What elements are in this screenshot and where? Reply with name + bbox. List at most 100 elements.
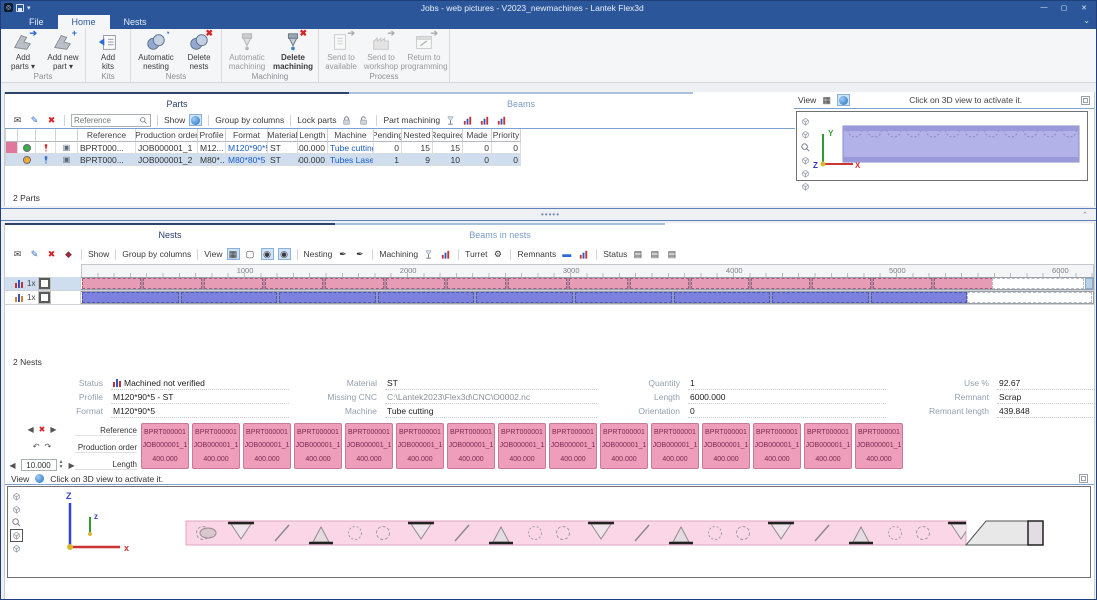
part-card[interactable]: BPRT000001 JOB000001_1 400.000 bbox=[702, 423, 750, 469]
part-card[interactable]: BPRT000001 JOB000001_1 400.000 bbox=[651, 423, 699, 469]
status-doc2-icon[interactable]: ▤ bbox=[648, 248, 661, 260]
maximize-button[interactable]: ▢ bbox=[1054, 2, 1074, 14]
column-header[interactable]: Reference bbox=[78, 129, 136, 142]
tag-icon[interactable]: ◆ bbox=[62, 248, 75, 260]
collapse-ribbon-icon[interactable]: ⌄ bbox=[1083, 16, 1090, 25]
nested-part-segment[interactable] bbox=[508, 278, 567, 289]
show-parts-eye-icon[interactable]: ◉ bbox=[261, 248, 274, 260]
view-cube-icon[interactable] bbox=[800, 116, 811, 127]
remnant-chart-icon[interactable] bbox=[577, 248, 590, 260]
delete-nests-button[interactable]: ✖ Delete nests bbox=[179, 30, 219, 71]
nested-part-segment[interactable] bbox=[143, 278, 202, 289]
view-3d-toggle-icon[interactable] bbox=[189, 114, 202, 126]
nested-part-segment[interactable] bbox=[279, 292, 376, 303]
cell-machine[interactable]: Tubes Laser bbox=[328, 154, 374, 166]
parts-3d-view[interactable]: Y X Z bbox=[796, 111, 1088, 181]
tab-nests[interactable]: Nests bbox=[5, 223, 335, 244]
nest-3d-view[interactable]: Z x z bbox=[7, 486, 1091, 578]
part-card[interactable]: BPRT000001 JOB000001_1 400.000 bbox=[294, 423, 342, 469]
edit-icon[interactable]: ✎ bbox=[28, 248, 41, 260]
delete-icon[interactable]: ✖ bbox=[45, 114, 58, 126]
view-panel-icon[interactable]: ▢ bbox=[244, 248, 257, 260]
column-header[interactable]: Machine bbox=[328, 129, 374, 142]
automatic-nesting-button[interactable]: ◔ Automatic nesting bbox=[133, 30, 179, 71]
part-card[interactable]: BPRT000001 JOB000001_1 400.000 bbox=[345, 423, 393, 469]
machining-remove-icon[interactable] bbox=[495, 114, 508, 126]
part-card[interactable]: BPRT000001 JOB000001_1 400.000 bbox=[498, 423, 546, 469]
view-cube-icon[interactable] bbox=[800, 155, 811, 166]
part-card[interactable]: BPRT000001 JOB000001_1 400.000 bbox=[243, 423, 291, 469]
part-card[interactable]: BPRT000001 JOB000001_1 400.000 bbox=[396, 423, 444, 469]
part-card[interactable]: BPRT000001 JOB000001_1 400.000 bbox=[192, 423, 240, 469]
view-cube-icon[interactable] bbox=[11, 543, 22, 554]
nested-part-segment[interactable] bbox=[82, 278, 141, 289]
column-header[interactable]: Made bbox=[463, 129, 492, 142]
remnant-segment[interactable] bbox=[967, 292, 1093, 303]
view-cube-icon[interactable] bbox=[800, 129, 811, 140]
column-header[interactable]: Material bbox=[268, 129, 298, 142]
remove-part-icon[interactable]: ✖ bbox=[39, 425, 46, 434]
group-by-columns-label[interactable]: Group by columns bbox=[122, 249, 191, 259]
nested-part-segment[interactable] bbox=[325, 278, 384, 289]
tab-beams-in-nests[interactable]: Beams in nests bbox=[335, 223, 665, 244]
nested-part-segment[interactable] bbox=[204, 278, 263, 289]
close-button[interactable]: ✕ bbox=[1074, 2, 1094, 14]
step-left-icon[interactable]: ◀ bbox=[9, 461, 15, 470]
column-header[interactable]: Priority bbox=[492, 129, 521, 142]
app-icon[interactable]: ◎ bbox=[4, 3, 13, 12]
lock-icon[interactable] bbox=[340, 114, 353, 126]
view-cube-icon[interactable] bbox=[11, 530, 22, 541]
delete-machining-button[interactable]: ✖ Delete machining bbox=[270, 30, 316, 71]
cell-machine[interactable]: Tube cutting bbox=[328, 142, 374, 154]
save-icon[interactable] bbox=[16, 4, 24, 12]
splitter-grip[interactable]: ••••• bbox=[541, 210, 560, 219]
nested-part-segment[interactable] bbox=[691, 278, 750, 289]
collapse-panel-icon[interactable]: ⌃ bbox=[1082, 211, 1088, 219]
part-card[interactable]: BPRT000001 JOB000001_1 400.000 bbox=[804, 423, 852, 469]
column-header[interactable]: Pending bbox=[374, 129, 402, 142]
view-sphere-icon[interactable] bbox=[33, 473, 46, 485]
machining-glass-icon[interactable] bbox=[444, 114, 457, 126]
view-table-icon[interactable]: ▦ bbox=[227, 248, 240, 260]
status-doc3-icon[interactable]: ▤ bbox=[665, 248, 678, 260]
step-right-icon[interactable]: ▶ bbox=[68, 461, 74, 470]
zoom-icon[interactable] bbox=[11, 517, 22, 528]
delete-icon[interactable]: ✖ bbox=[45, 248, 58, 260]
nested-part-segment[interactable] bbox=[751, 278, 810, 289]
spin-down-icon[interactable]: ▼ bbox=[59, 465, 64, 470]
add-kits-button[interactable]: Add kits bbox=[88, 30, 128, 71]
nest-row[interactable]: 1x bbox=[5, 291, 1094, 305]
view-cube-icon[interactable] bbox=[800, 168, 811, 179]
view-cube-icon[interactable] bbox=[11, 504, 22, 515]
prev-part-icon[interactable]: ◀ bbox=[27, 425, 33, 434]
column-header[interactable]: Nested bbox=[402, 129, 433, 142]
nested-part-segment[interactable] bbox=[812, 278, 871, 289]
view-grid-icon[interactable]: ▦ bbox=[820, 94, 833, 106]
machining-chart-icon[interactable] bbox=[439, 248, 452, 260]
turret-icon[interactable]: ⚙ bbox=[491, 248, 504, 260]
nested-part-segment[interactable] bbox=[265, 278, 324, 289]
send-to-available-button[interactable]: ➔ Send to available bbox=[321, 30, 361, 71]
search-input[interactable] bbox=[74, 116, 139, 125]
expand-icon[interactable] bbox=[1081, 96, 1090, 105]
add-parts-button[interactable]: ➔ Add parts ▾ bbox=[3, 30, 43, 71]
next-part-icon[interactable]: ▶ bbox=[50, 425, 56, 434]
nest-checkbox[interactable] bbox=[39, 278, 50, 289]
nest-row[interactable]: 1x bbox=[5, 277, 1094, 291]
nested-part-segment[interactable] bbox=[934, 278, 993, 289]
new-nest-icon[interactable]: ✉ bbox=[11, 248, 24, 260]
nested-part-segment[interactable] bbox=[378, 292, 475, 303]
expand-icon[interactable] bbox=[1079, 474, 1088, 483]
nested-part-segment[interactable] bbox=[447, 278, 506, 289]
view-sphere-icon[interactable] bbox=[837, 94, 850, 106]
nested-part-segment[interactable] bbox=[181, 292, 278, 303]
cell-format[interactable]: M80*80*5 bbox=[226, 154, 268, 166]
nest-checkbox[interactable] bbox=[39, 292, 50, 303]
column-header[interactable]: Required bbox=[433, 129, 463, 142]
step-size-input[interactable] bbox=[21, 459, 57, 471]
send-to-workshop-button[interactable]: ➔ Send to workshop bbox=[361, 30, 401, 71]
column-header[interactable]: Format bbox=[226, 129, 268, 142]
part-card[interactable]: BPRT000001 JOB000001_1 400.000 bbox=[753, 423, 801, 469]
show-label[interactable]: Show bbox=[164, 115, 185, 125]
automatic-machining-button[interactable]: Automatic machining bbox=[224, 30, 270, 71]
